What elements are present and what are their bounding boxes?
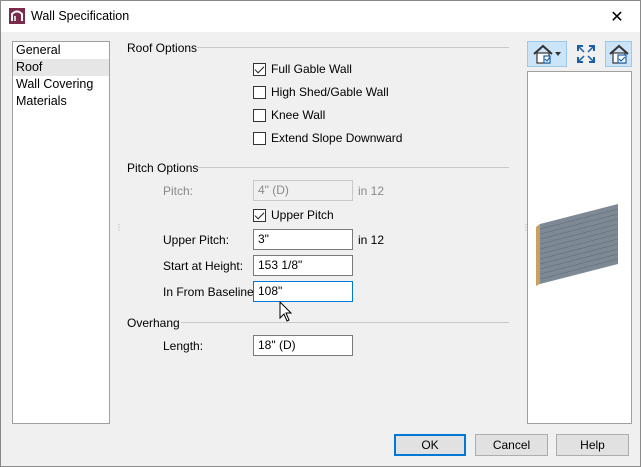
full-gable-wall-label: Full Gable Wall [271, 62, 352, 76]
roof-options-heading: Roof Options [127, 41, 198, 55]
app-icon [9, 8, 25, 24]
extend-slope-downward-row[interactable]: Extend Slope Downward [253, 130, 402, 146]
high-shed-gable-wall-checkbox[interactable] [253, 85, 266, 99]
house-view-icon [533, 44, 561, 64]
pitch-options-heading: Pitch Options [127, 161, 199, 175]
pitch-label: Pitch: [163, 184, 194, 198]
length-label: Length: [163, 339, 204, 353]
knee-wall-row[interactable]: Knee Wall [253, 107, 325, 123]
right-splitter[interactable]: ⋮ [522, 224, 530, 232]
full-gable-wall-checkbox[interactable] [253, 62, 266, 76]
pitch-input[interactable]: 4" (D) [253, 180, 353, 201]
pitch-suffix: in 12 [358, 184, 385, 198]
sidebar-item-wall-covering[interactable]: Wall Covering [13, 76, 109, 93]
overhang-heading: Overhang [127, 316, 180, 330]
high-shed-gable-wall-row[interactable]: High Shed/Gable Wall [253, 84, 389, 100]
sidebar-item-general[interactable]: General [13, 42, 109, 59]
upper-pitch-label: Upper Pitch: [163, 233, 230, 247]
upper-pitch-checkbox[interactable] [253, 208, 266, 222]
full-gable-wall-row[interactable]: Full Gable Wall [253, 61, 352, 77]
upper-pitch-checkbox-label: Upper Pitch [271, 208, 334, 222]
extend-slope-downward-label: Extend Slope Downward [271, 131, 403, 145]
help-button[interactable]: Help [556, 434, 629, 456]
category-list: General Roof Wall Covering Materials [12, 41, 110, 424]
view-mode-button[interactable] [527, 41, 567, 67]
baseline-input[interactable]: 108" [253, 281, 353, 302]
mouse-cursor-icon [279, 301, 293, 322]
pitch-options-divider [197, 167, 509, 168]
knee-wall-label: Knee Wall [271, 108, 326, 122]
wall-specification-dialog: Wall Specification ✕ General Roof Wall C… [0, 0, 641, 467]
window-title: Wall Specification [31, 9, 130, 23]
preview-options-button[interactable] [605, 41, 632, 67]
high-shed-gable-wall-label: High Shed/Gable Wall [271, 85, 389, 99]
house-check-icon [608, 44, 629, 64]
fit-window-icon [577, 45, 595, 63]
upper-pitch-suffix: in 12 [358, 233, 385, 247]
sidebar-item-roof[interactable]: Roof [13, 59, 109, 76]
left-splitter[interactable]: ⋮ [115, 224, 123, 232]
wall-preview-pane[interactable] [527, 71, 632, 424]
roof-options-divider [197, 47, 509, 48]
start-height-label: Start at Height: [163, 259, 244, 273]
start-height-input[interactable]: 153 1/8" [253, 255, 353, 276]
upper-pitch-row[interactable]: Upper Pitch [253, 207, 334, 223]
upper-pitch-input[interactable]: 3" [253, 229, 353, 250]
title-bar: Wall Specification ✕ [1, 1, 640, 32]
knee-wall-checkbox[interactable] [253, 108, 266, 122]
wall-preview-image [536, 204, 619, 286]
baseline-label: In From Baseline: [163, 285, 258, 299]
cancel-button[interactable]: Cancel [475, 434, 548, 456]
close-icon: ✕ [610, 8, 624, 26]
fit-window-button[interactable] [573, 41, 599, 67]
ok-button[interactable]: OK [394, 434, 466, 456]
overhang-divider [181, 322, 509, 323]
length-input[interactable]: 18" (D) [253, 335, 353, 356]
close-button[interactable]: ✕ [594, 1, 640, 32]
extend-slope-downward-checkbox[interactable] [253, 131, 266, 145]
sidebar-item-materials[interactable]: Materials [13, 93, 109, 110]
